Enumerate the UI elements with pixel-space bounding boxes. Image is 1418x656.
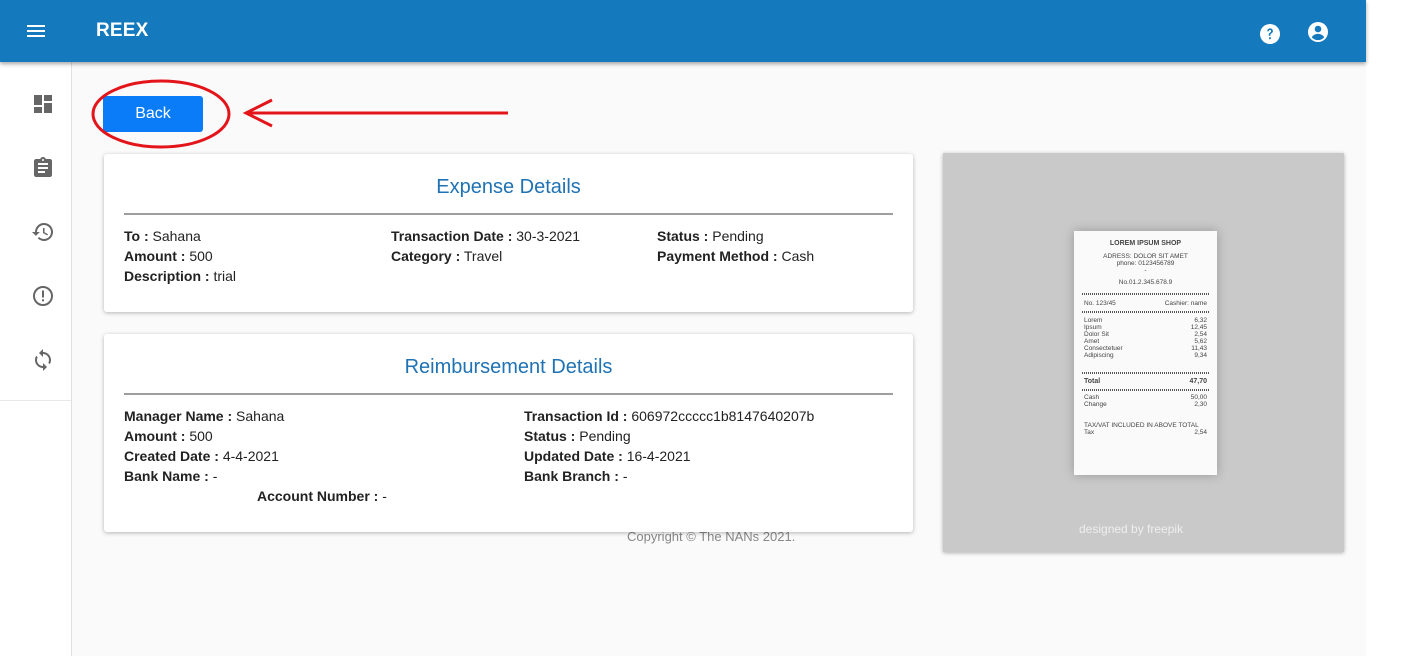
- receipt-cashier: Cashier: name: [1164, 300, 1207, 307]
- receipt-total-value: 47,70: [1189, 378, 1207, 385]
- reimb-created-date: Created Date : 4-4-2021: [124, 448, 279, 464]
- expense-to: To : Sahana: [124, 228, 201, 244]
- reimb-account-number: Account Number : -: [257, 488, 387, 504]
- receipt-item-name: Lorem: [1084, 317, 1103, 324]
- reimbursement-divider: [124, 393, 893, 395]
- expense-status: Status : Pending: [657, 228, 764, 244]
- receipt-tax-note: TAX/VAT INCLUDED IN ABOVE TOTAL: [1084, 422, 1199, 429]
- menu-icon[interactable]: [24, 19, 48, 43]
- freepik-credit: designed by freepik: [1079, 522, 1184, 536]
- top-app-bar: REEX: [0, 0, 1366, 62]
- receipt-change-label: Change: [1084, 401, 1107, 408]
- receipt-item-name: Dolor Sit: [1084, 331, 1109, 338]
- expense-category: Category : Travel: [391, 248, 503, 264]
- alert-circle-icon[interactable]: [31, 284, 55, 308]
- sync-icon[interactable]: [31, 348, 55, 372]
- expense-amount: Amount : 500: [124, 248, 213, 264]
- expense-payment-method: Payment Method : Cash: [657, 248, 815, 264]
- expense-transaction-date: Transaction Date : 30-3-2021: [391, 228, 581, 244]
- receipt-item-price: 11,43: [1191, 345, 1207, 352]
- receipt-shop-name: LOREM IPSUM SHOP: [1109, 240, 1182, 247]
- dashboard-icon[interactable]: [31, 92, 55, 116]
- receipt-item-name: Adipiscing: [1084, 352, 1114, 359]
- sidebar-divider: [0, 400, 71, 401]
- receipt-item-name: Consectetuer: [1084, 345, 1123, 352]
- receipt-paper: LOREM IPSUM SHOP ADRESS: DOLOR SIT AMET …: [1074, 231, 1217, 475]
- receipt-separator: [1082, 389, 1209, 391]
- receipt-tax-label: Tax: [1084, 429, 1095, 436]
- app-brand: REEX: [96, 20, 149, 41]
- receipt-separator: [1082, 311, 1209, 313]
- reimbursement-details-card: Reimbursement Details Manager Name : Sah…: [104, 334, 913, 532]
- expense-divider: [124, 213, 893, 215]
- receipt-item-name: Amet: [1084, 338, 1100, 345]
- reimb-bank-name: Bank Name : -: [124, 468, 218, 484]
- receipt-number: No.01.2.345.678.9: [1118, 279, 1173, 286]
- receipt-phone: phone: 0123456789: [1116, 260, 1175, 267]
- app-root: REEX Back Expense Details To: Sahana Am…: [0, 0, 1366, 656]
- reimb-transaction-id: Transaction Id : 606972ccccc1b8147640207…: [524, 408, 815, 424]
- receipt-cash-value: 50,00: [1190, 394, 1207, 401]
- history-icon[interactable]: [31, 220, 55, 244]
- receipt-item-name: Ipsum: [1084, 324, 1102, 331]
- reimb-manager-name: Manager Name : Sahana: [124, 408, 285, 424]
- expense-description: Description : trial: [124, 268, 237, 284]
- reimbursement-details-title: Reimbursement Details: [404, 356, 613, 378]
- receipt-item-price: 6,32: [1194, 317, 1207, 324]
- reimb-bank-branch: Bank Branch : -: [524, 468, 628, 484]
- receipt-item-price: 2,54: [1194, 331, 1207, 338]
- receipt-address: ADRESS: DOLOR SIT AMET: [1103, 253, 1188, 260]
- receipt-separator: [1082, 372, 1209, 374]
- back-button[interactable]: Back: [103, 96, 203, 132]
- clipboard-icon[interactable]: [31, 156, 55, 180]
- receipt-tax-value: 2,54: [1194, 429, 1207, 436]
- expense-details-title: Expense Details: [436, 176, 581, 198]
- help-icon[interactable]: [1258, 22, 1282, 46]
- expense-details-card: Expense Details To : Sahana Amount : 500…: [104, 154, 913, 312]
- receipt-item-price: 5,62: [1194, 338, 1207, 345]
- side-nav: [0, 62, 72, 656]
- receipt-separator: [1082, 293, 1209, 295]
- reimb-updated-date: Updated Date : 16-4-2021: [524, 448, 691, 464]
- account-circle-icon[interactable]: [1306, 20, 1330, 44]
- receipt-image[interactable]: LOREM IPSUM SHOP ADRESS: DOLOR SIT AMET …: [943, 153, 1344, 552]
- receipt-cash-label: Cash: [1084, 394, 1100, 401]
- reimb-status: Status : Pending: [524, 428, 631, 444]
- receipt-item-price: 9,34: [1194, 352, 1207, 359]
- receipt-change-value: 2,30: [1194, 401, 1207, 408]
- reimb-amount: Amount : 500: [124, 428, 213, 444]
- receipt-item-price: 12,45: [1190, 324, 1207, 331]
- receipt-dash: -: [1144, 267, 1147, 274]
